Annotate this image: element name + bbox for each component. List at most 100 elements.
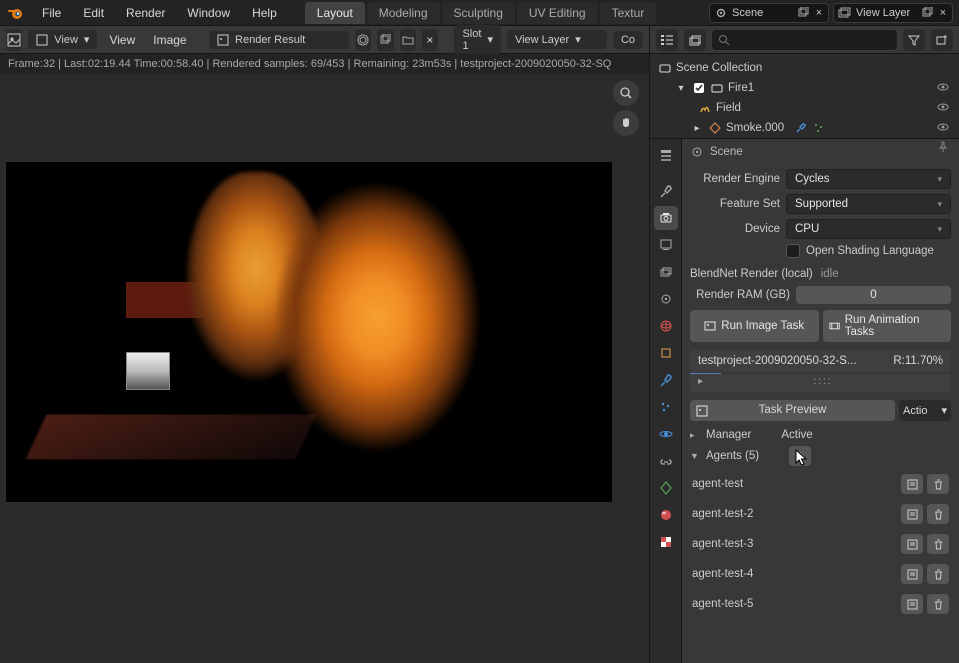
- tab-world-icon[interactable]: [654, 314, 678, 338]
- chevron-down-icon[interactable]: ▼: [690, 451, 700, 461]
- tab-sculpting[interactable]: Sculpting: [442, 2, 515, 24]
- menu-render[interactable]: Render: [116, 2, 175, 24]
- eye-icon[interactable]: [937, 101, 951, 115]
- ground-plane: [26, 415, 317, 460]
- task-action-select[interactable]: Actio▾: [899, 400, 951, 421]
- add-agent-button[interactable]: +: [789, 446, 811, 466]
- eye-icon[interactable]: [937, 121, 951, 135]
- image-menu[interactable]: Image: [147, 33, 192, 47]
- agent-delete-button[interactable]: [927, 564, 949, 584]
- magnify-button[interactable]: [613, 80, 639, 106]
- tab-constraints-icon[interactable]: [654, 449, 678, 473]
- tab-uv-editing[interactable]: UV Editing: [517, 2, 598, 24]
- agents-header-row[interactable]: ▼ Agents (5) +: [690, 446, 951, 466]
- agent-row[interactable]: agent-test: [690, 471, 951, 497]
- tab-particles-icon[interactable]: [654, 395, 678, 419]
- new-image-button[interactable]: [377, 29, 393, 51]
- menu-edit[interactable]: Edit: [73, 2, 114, 24]
- tab-tool-icon[interactable]: [654, 179, 678, 203]
- delete-viewlayer-icon[interactable]: ×: [936, 6, 950, 20]
- manager-row[interactable]: ▸ Manager Active: [690, 429, 951, 441]
- render-ram-label: Render RAM (GB): [690, 289, 790, 301]
- tab-modifier-icon[interactable]: [654, 368, 678, 392]
- outliner-editor-button[interactable]: [656, 29, 678, 51]
- run-animation-button[interactable]: Run Animation Tasks: [823, 310, 952, 342]
- feature-set-select[interactable]: Supported▾: [786, 194, 951, 214]
- task-preview-button[interactable]: Task Preview: [690, 400, 895, 421]
- task-row[interactable]: testproject-2009020050-32-S... R:11.70%: [690, 350, 951, 372]
- new-scene-icon[interactable]: [796, 6, 810, 20]
- outliner-search[interactable]: [712, 30, 897, 50]
- view-menu[interactable]: View: [103, 33, 141, 47]
- agent-delete-button[interactable]: [927, 504, 949, 524]
- tab-data-icon[interactable]: [654, 476, 678, 500]
- tab-material-icon[interactable]: [654, 503, 678, 527]
- pass-select[interactable]: Co: [613, 31, 643, 49]
- agent-info-button[interactable]: [901, 474, 923, 494]
- device-select[interactable]: CPU▾: [786, 219, 951, 239]
- outliner-header: [650, 26, 959, 54]
- agent-info-button[interactable]: [901, 564, 923, 584]
- image-datablock[interactable]: Render Result: [209, 31, 349, 49]
- checkbox-icon[interactable]: [692, 81, 706, 95]
- modifier-wrench-icon[interactable]: [794, 121, 808, 135]
- tree-item-smoke000[interactable]: ▸ Smoke.000: [658, 118, 951, 138]
- editor-type-icon[interactable]: [654, 143, 678, 167]
- render-viewport[interactable]: [0, 74, 649, 663]
- agent-row[interactable]: agent-test-5: [690, 591, 951, 617]
- outliner-tree[interactable]: Scene Collection ▾ Fire1 Field ▸ Smoke.0…: [650, 54, 959, 138]
- tab-layout[interactable]: Layout: [305, 2, 365, 24]
- tab-object-icon[interactable]: [654, 341, 678, 365]
- tree-scene-collection[interactable]: Scene Collection: [658, 58, 951, 78]
- viewlayer-selector[interactable]: View Layer ×: [833, 3, 953, 23]
- chevron-down-icon[interactable]: ▾: [674, 81, 688, 95]
- agent-row[interactable]: agent-test-3: [690, 531, 951, 557]
- agent-info-button[interactable]: [901, 594, 923, 614]
- agent-delete-button[interactable]: [927, 594, 949, 614]
- menu-help[interactable]: Help: [242, 2, 287, 24]
- tab-physics-icon[interactable]: [654, 422, 678, 446]
- tab-texture-icon[interactable]: [654, 530, 678, 554]
- chevron-right-icon[interactable]: ▸: [690, 430, 700, 441]
- eye-icon[interactable]: [937, 81, 951, 95]
- outliner-filter-button[interactable]: [903, 29, 925, 51]
- pin-icon[interactable]: [937, 141, 949, 153]
- outliner-display-mode[interactable]: [684, 29, 706, 51]
- agent-delete-button[interactable]: [927, 534, 949, 554]
- agent-info-button[interactable]: [901, 504, 923, 524]
- viewlayer-select[interactable]: View Layer▾: [507, 30, 607, 49]
- tab-modeling[interactable]: Modeling: [367, 2, 440, 24]
- pan-hand-button[interactable]: [613, 110, 639, 136]
- menu-file[interactable]: File: [32, 2, 71, 24]
- render-ram-field[interactable]: 0: [796, 286, 951, 304]
- delete-scene-icon[interactable]: ×: [812, 6, 826, 20]
- unlink-image-button[interactable]: ×: [422, 29, 438, 51]
- menu-window[interactable]: Window: [177, 2, 240, 24]
- agent-info-button[interactable]: [901, 534, 923, 554]
- tab-texture[interactable]: Textur: [600, 2, 657, 24]
- chevron-down-icon: ▾: [937, 174, 942, 185]
- particles-icon[interactable]: [812, 121, 826, 135]
- task-drag-handle[interactable]: ▸::::: [690, 374, 951, 392]
- tab-viewlayer-icon[interactable]: [654, 260, 678, 284]
- slot-select[interactable]: Slot 1▾: [454, 25, 501, 55]
- open-image-button[interactable]: [400, 29, 416, 51]
- scene-selector[interactable]: Scene ×: [709, 3, 829, 23]
- chevron-right-icon[interactable]: ▸: [690, 121, 704, 135]
- tree-item-field[interactable]: Field: [658, 98, 951, 118]
- fake-user-button[interactable]: [355, 29, 371, 51]
- tab-render-icon[interactable]: [654, 206, 678, 230]
- tab-output-icon[interactable]: [654, 233, 678, 257]
- view-mode-select[interactable]: View ▾: [28, 30, 97, 49]
- osl-checkbox[interactable]: [786, 244, 800, 258]
- tab-scene-icon[interactable]: [654, 287, 678, 311]
- new-viewlayer-icon[interactable]: [920, 6, 934, 20]
- agent-delete-button[interactable]: [927, 474, 949, 494]
- new-collection-button[interactable]: [931, 29, 953, 51]
- editor-type-button[interactable]: [6, 29, 22, 51]
- render-engine-select[interactable]: Cycles▾: [786, 169, 951, 189]
- agent-row[interactable]: agent-test-4: [690, 561, 951, 587]
- agent-row[interactable]: agent-test-2: [690, 501, 951, 527]
- tree-item-fire1[interactable]: ▾ Fire1: [658, 78, 951, 98]
- run-image-button[interactable]: Run Image Task: [690, 310, 819, 342]
